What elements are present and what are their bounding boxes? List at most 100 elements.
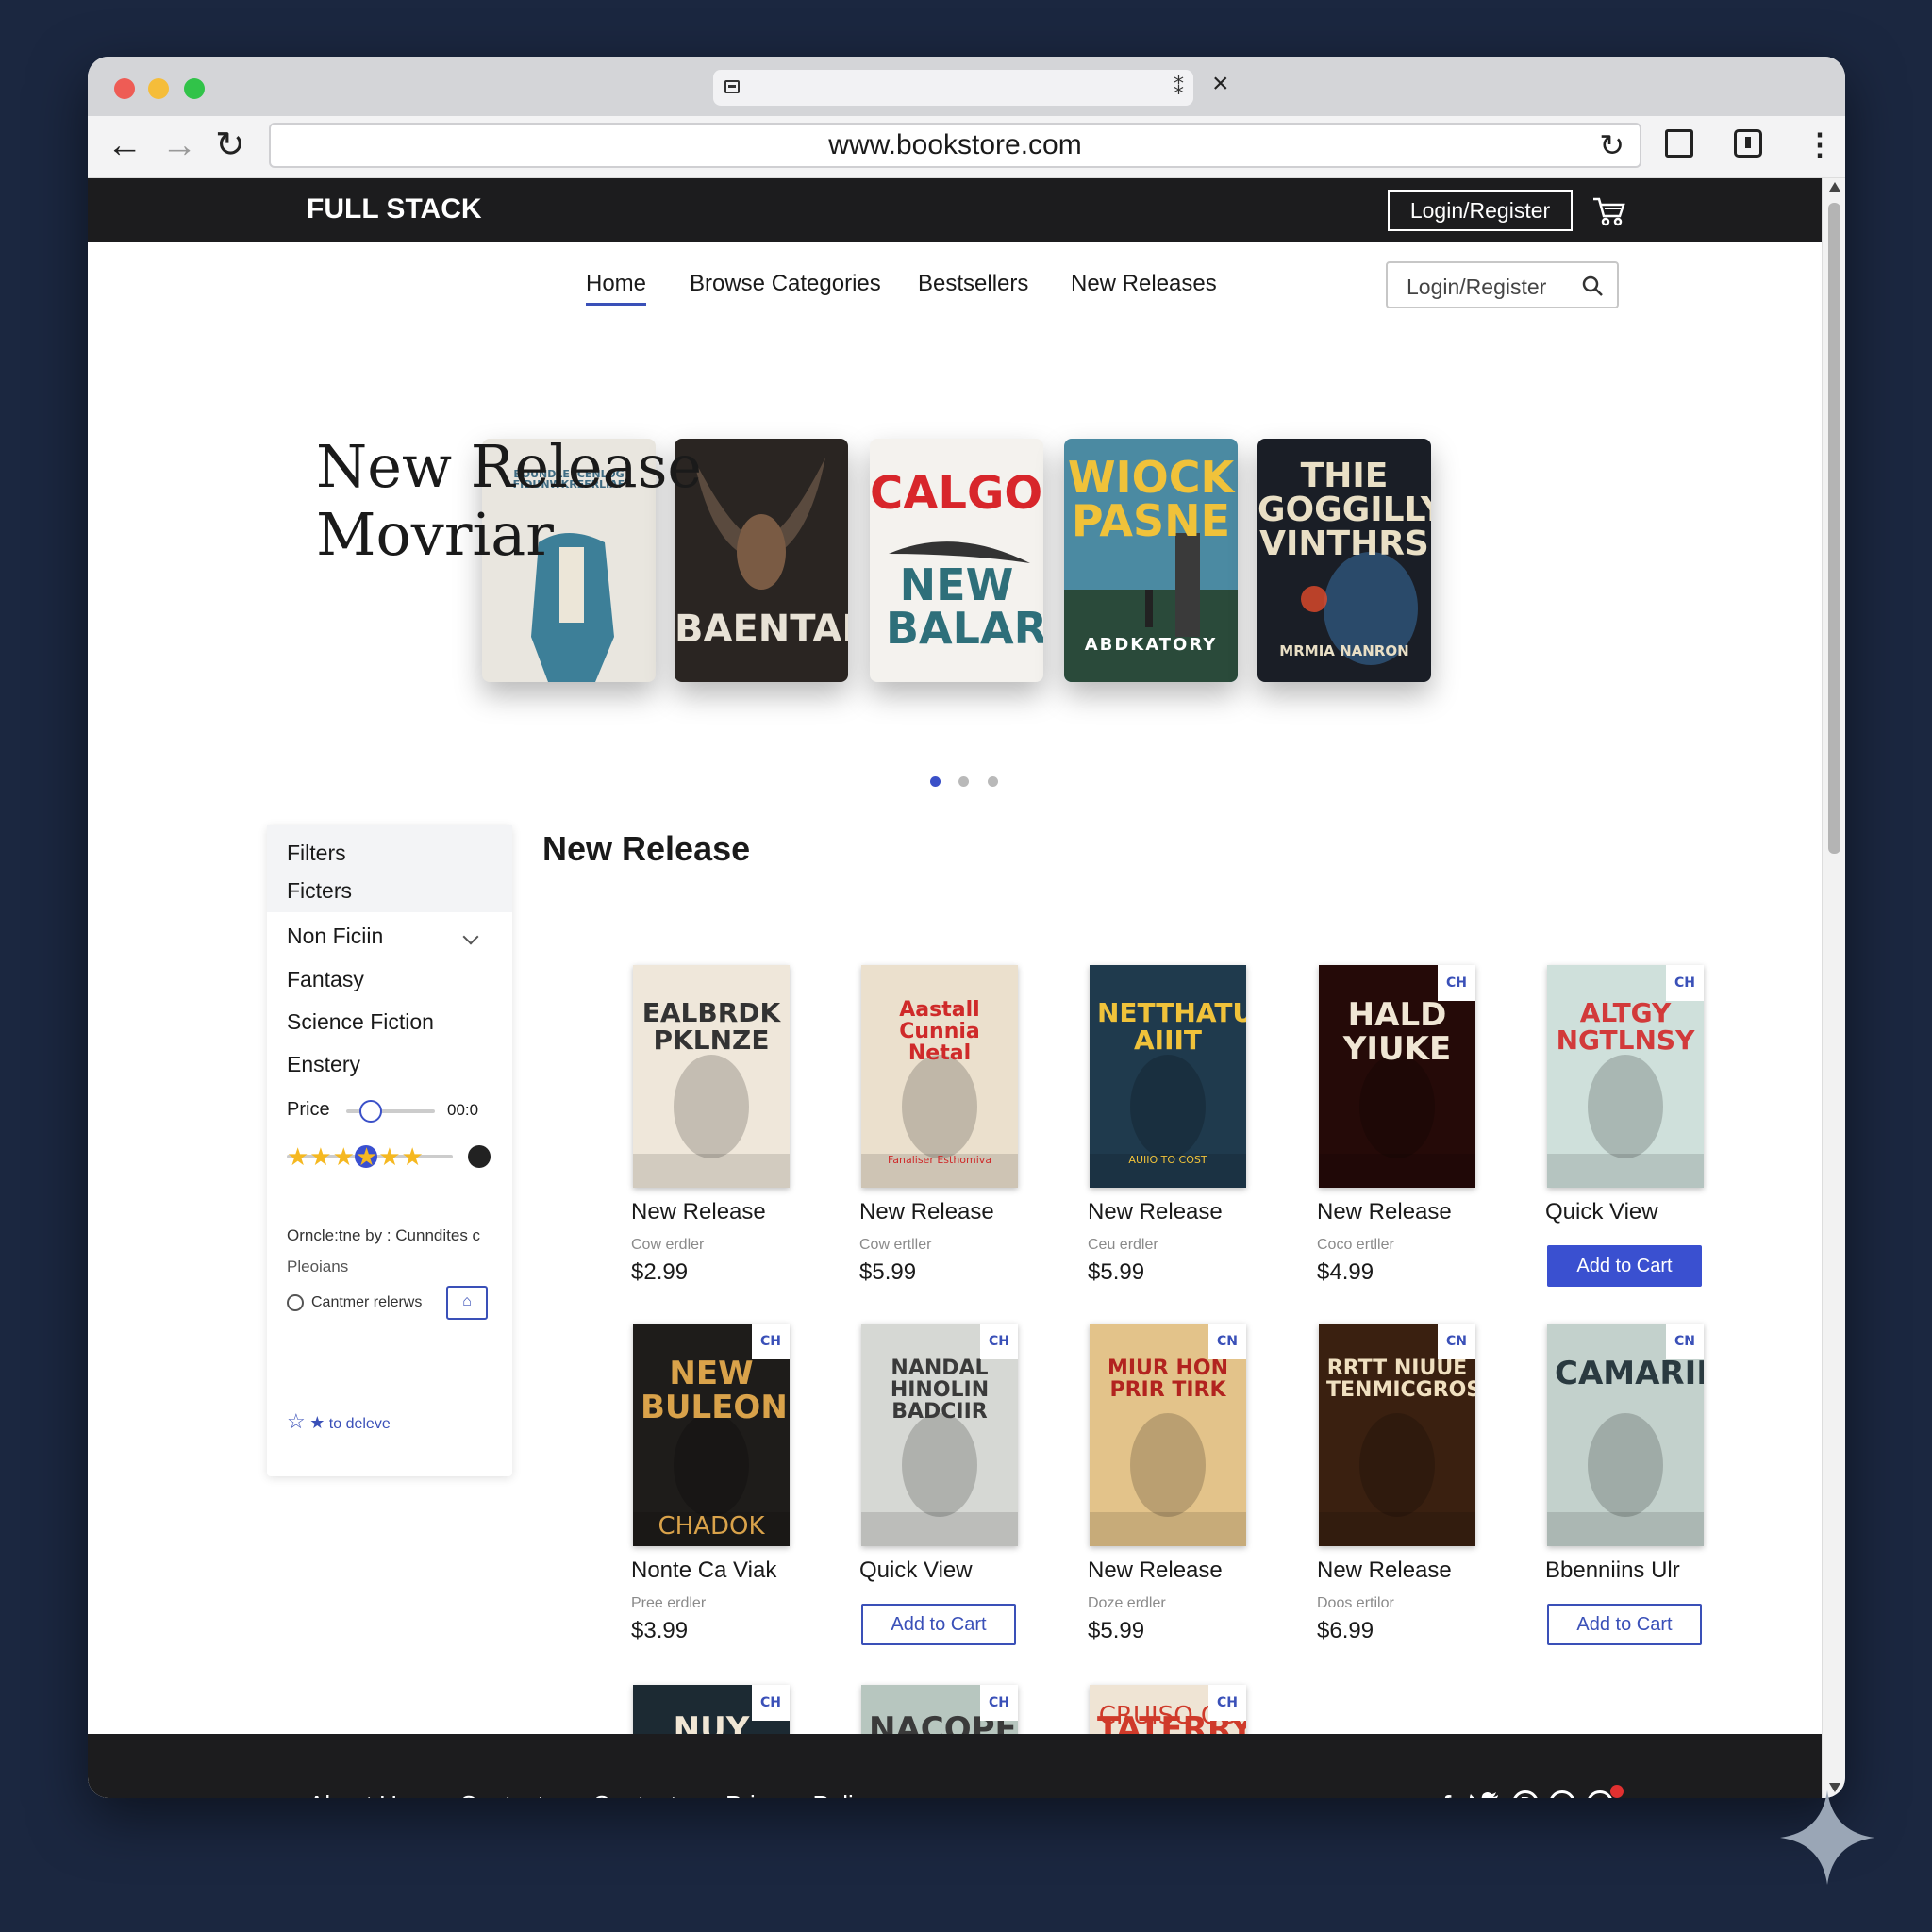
product-title[interactable]: New Release [631,1199,766,1225]
footer-contact-link-2[interactable]: Contact [592,1790,677,1798]
product-title[interactable]: New Release [1317,1199,1452,1225]
page-scrollbar[interactable] [1822,178,1845,1798]
product-title[interactable]: Nonte Ca Viak [631,1557,776,1584]
add-to-cart-button[interactable]: Add to Cart [1547,1604,1702,1645]
nav-new-releases[interactable]: New Releases [1071,271,1217,297]
book-cover-title: NETTHATUN AIIIT [1097,997,1246,1057]
hero-book-4[interactable]: WIOCK PASNE ABDKATORY [1064,439,1238,682]
book-cover[interactable]: CAMARIE CN [1547,1324,1704,1546]
book-cover[interactable]: Aastall Cunnia Netal Fanaliser Esthomiva [861,965,1018,1188]
twitter-icon[interactable] [1470,1790,1500,1798]
cover-badge: CH [980,1685,1018,1721]
book-cover[interactable]: MIUR HON PRIR TIRK CN [1090,1324,1246,1546]
extension-icon[interactable] [1734,129,1762,158]
nav-browse-categories[interactable]: Browse Categories [690,271,881,297]
reddit-icon[interactable]: ◉ [1587,1790,1613,1798]
product-title[interactable]: New Release [1088,1199,1223,1225]
close-window-button[interactable] [114,78,135,99]
hero-book-3-title: CALGONE [870,467,1043,520]
hero-book-5-title: THIE GOGGILLY VINTHRS [1257,457,1431,563]
category-dropdown[interactable]: Non Ficiin [287,924,383,949]
dribbble-icon[interactable]: ◎ [1549,1790,1575,1798]
product-title[interactable]: Bbenniins Ulr [1545,1557,1680,1584]
rating-stars[interactable]: ★★★★★★ [287,1142,425,1172]
nav-bestsellers[interactable]: Bestsellers [918,271,1028,297]
page-viewport: FULL STACK Login/Register Home Browse Ca… [88,178,1822,1798]
customer-reviews[interactable]: Cantmer relerws [287,1294,422,1311]
maximize-window-button[interactable] [184,78,205,99]
book-cover-subtitle: Fanaliser Esthomiva [887,1154,992,1166]
browser-tab[interactable]: ⁑ [713,70,1193,106]
address-bar[interactable]: www.bookstore.com ↻ [269,123,1641,168]
cast-icon[interactable] [1665,129,1693,158]
brand-logo[interactable]: FULL STACK [307,193,482,225]
book-cover[interactable]: NEW BULEON CHADOK CH [633,1324,790,1546]
cart-icon[interactable] [1590,192,1627,229]
filter-category-science-fiction[interactable]: Science Fiction [287,1009,434,1035]
book-cover[interactable]: EALBRDK PKLNZE [633,965,790,1188]
scroll-thumb[interactable] [1828,203,1840,854]
minimize-window-button[interactable] [148,78,169,99]
book-cover[interactable]: HALD YIUKE CH [1319,965,1475,1188]
tab-close-icon[interactable]: ⁑ [1174,75,1184,100]
nav-home[interactable]: Home [586,271,647,306]
footer-about-link[interactable]: About Us [308,1790,409,1798]
price-slider-knob[interactable] [359,1100,382,1123]
book-cover[interactable]: NANDAL HINOLIN BADCIIR CH [861,1324,1018,1546]
facebook-icon[interactable]: f [1442,1790,1451,1798]
product-title[interactable]: New Release [859,1199,994,1225]
main-nav: Home Browse Categories Bestsellers New R… [88,242,1822,327]
cover-badge: CH [1438,965,1475,1001]
book-cover-title: MIUR HON PRIR TIRK [1107,1357,1229,1403]
review-filter-icon[interactable]: ⌂ [446,1286,488,1320]
chevron-down-icon[interactable] [462,928,479,945]
browser-menu-icon[interactable]: ⋮ [1805,125,1835,163]
product-title[interactable]: New Release [1317,1557,1452,1584]
product-price: $5.99 [1088,1618,1145,1643]
search-placeholder: Login/Register [1407,275,1547,299]
new-tab-close-icon[interactable]: × [1212,68,1229,100]
forward-arrow-icon[interactable]: → [161,126,197,164]
back-arrow-icon[interactable]: ← [107,126,142,164]
add-to-cart-button[interactable]: Add to Cart [861,1604,1016,1645]
filter-category-fantasy[interactable]: Fantasy [287,967,364,992]
delete-rating-label: to deleve [328,1416,391,1432]
product-title[interactable]: New Release [1088,1557,1223,1584]
scroll-up-icon[interactable] [1829,182,1840,192]
book-cover[interactable]: RRTT NIUUE TENMICGROS CN [1319,1324,1475,1546]
product-format: Cow ertller [859,1237,932,1253]
quick-view-link[interactable]: Quick View [859,1557,973,1584]
hero-title: New Release Movriar [316,433,702,569]
hero-book-5[interactable]: THIE GOGGILLY VINTHRS MRMIA NANRON [1257,439,1431,682]
hero-book-3[interactable]: CALGONE NEW BALARE [870,439,1043,682]
product-price: $5.99 [1088,1259,1145,1285]
url-text: www.bookstore.com [828,129,1082,160]
pinterest-icon[interactable]: P [1512,1790,1539,1798]
search-input[interactable]: Login/Register [1386,261,1619,308]
delete-rating-row[interactable]: ☆ ★ to deleve [287,1409,391,1434]
book-cover[interactable]: NETTHATUN AIIIT AUIIO TO COST [1090,965,1246,1188]
book-cover-title: EALBRDK PKLNZE [641,997,781,1057]
hero-book-5-subtitle: MRMIA NANRON [1279,642,1409,659]
cover-badge: CH [752,1685,790,1721]
book-cover[interactable]: ALTGY NGTLNSY CH [1547,965,1704,1188]
book-cover-title: HALD YIUKE [1342,996,1452,1068]
range-slider-end-knob[interactable] [468,1145,491,1168]
filter-sidebar: Filters Ficters Non Ficiin Fantasy Scien… [267,825,512,1476]
top-login-button[interactable]: Login/Register [1388,190,1573,231]
carousel-dot-2[interactable] [958,776,970,787]
add-to-cart-button[interactable]: Add to Cart [1547,1245,1702,1287]
url-refresh-icon[interactable]: ↻ [1599,125,1624,166]
product-format: Doos ertilor [1317,1595,1394,1611]
star-outline-icon: ☆ [287,1409,306,1433]
reload-icon[interactable]: ↻ [215,126,245,164]
carousel-dot-1[interactable] [930,776,941,787]
filter-category-enstery[interactable]: Enstery [287,1052,360,1077]
hero-title-line1: New Release [316,432,703,501]
footer-contact-link[interactable]: Contact [459,1790,544,1798]
search-icon[interactable] [1581,275,1604,297]
carousel-dot-3[interactable] [987,776,998,787]
review-circle-icon [287,1294,304,1311]
footer-privacy-link[interactable]: Privacy Policy [725,1790,878,1798]
quick-view-link[interactable]: Quick View [1545,1199,1658,1225]
